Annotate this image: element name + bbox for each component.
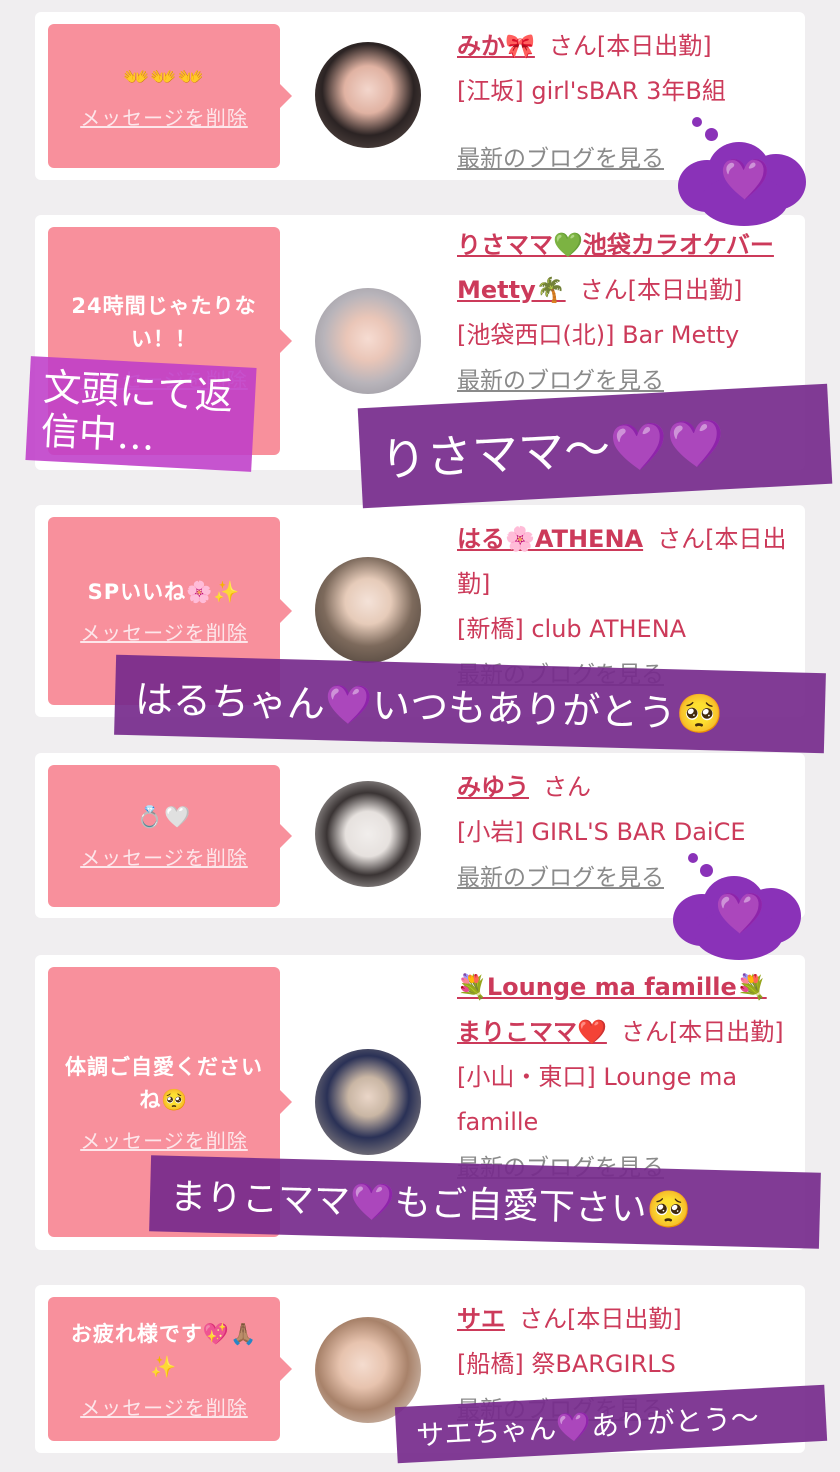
thought-dot — [692, 117, 702, 127]
message-text: 💍🤍 — [136, 805, 192, 829]
latest-blog-link[interactable]: 最新のブログを見る — [457, 865, 664, 891]
attendance-status: [本日出勤] — [627, 276, 743, 304]
avatar[interactable] — [315, 781, 421, 887]
delete-message-link[interactable]: メッセージを削除 — [80, 617, 248, 646]
thought-cloud: 💜 — [673, 874, 803, 962]
area-shop: [新橋] club ATHENA — [457, 615, 687, 643]
attendance-status: [本日出勤] — [668, 1018, 784, 1046]
area-shop: [江坂] girl'sBAR 3年B組 — [457, 77, 726, 105]
honorific: さん — [657, 525, 706, 553]
area-shop: [小山・東口] Lounge ma famille — [457, 1063, 738, 1136]
heart-icon: 💜 — [715, 891, 765, 937]
latest-blog-link[interactable]: 最新のブログを見る — [457, 146, 664, 172]
message-text: SPいいね🌸✨ — [87, 580, 241, 604]
delete-message-link[interactable]: メッセージを削除 — [80, 1125, 248, 1154]
avatar[interactable] — [315, 42, 421, 148]
honorific: さん — [519, 1305, 567, 1333]
avatar[interactable] — [315, 288, 421, 394]
cast-name-link[interactable]: はる🌸ATHENA — [457, 525, 643, 553]
message-text: 24時間じゃたりない！！ — [71, 293, 257, 351]
message-bubble: 👐👐👐 メッセージを削除 — [48, 24, 292, 168]
attendance-status: [本日出勤] — [596, 32, 712, 60]
replying-text: 文頭にて返信中… — [39, 364, 235, 459]
avatar[interactable] — [315, 1049, 421, 1155]
message-bubble: 💍🤍 メッセージを削除 — [48, 765, 292, 907]
thought-cloud: 💜 — [678, 140, 808, 228]
cast-name-link[interactable]: サエ — [457, 1305, 505, 1333]
risa-overlay-text: りさママ〜💜💜 — [379, 415, 726, 488]
cast-info: 💐Lounge ma famille💐まりこママ❤️ さん[本日出勤] [小山・東… — [457, 965, 787, 1191]
cast-name-link[interactable]: みゆう — [457, 773, 529, 801]
message-text: 体調ご自愛くださいね🥺 — [65, 1054, 263, 1112]
cast-name-link[interactable]: みか🎀 — [457, 32, 535, 60]
haru-overlay-text: はるちゃん💜いつもありがとう🥺 — [134, 676, 725, 737]
area-shop: [池袋西口(北)] Bar Metty — [457, 321, 740, 349]
area-shop: [船橋] 祭BARGIRLS — [457, 1350, 676, 1378]
replying-sticker: 文頭にて返信中… — [25, 356, 257, 472]
cast-info: りさママ💚池袋カラオケバーMetty🌴 さん[本日出勤] [池袋西口(北)] Ba… — [457, 223, 787, 404]
latest-blog-link[interactable]: 最新のブログを見る — [457, 368, 664, 394]
attendance-status: [本日出勤] — [567, 1305, 682, 1333]
honorific: さん — [543, 773, 591, 801]
honorific: さん — [579, 276, 628, 304]
mariko-overlay-text: まりこママ💜もご自愛下さい🥺 — [169, 1176, 693, 1232]
delete-message-link[interactable]: メッセージを削除 — [80, 842, 248, 871]
message-bubble: お疲れ様です💖🙏🏽✨ メッセージを削除 — [48, 1297, 292, 1441]
heart-icon: 💜 — [720, 157, 770, 203]
honorific: さん — [620, 1018, 669, 1046]
thought-dot — [688, 853, 698, 863]
delete-message-link[interactable]: メッセージを削除 — [80, 102, 248, 131]
honorific: さん — [548, 32, 597, 60]
avatar[interactable] — [315, 557, 421, 663]
delete-message-link[interactable]: メッセージを削除 — [80, 1392, 248, 1421]
message-text: お疲れ様です💖🙏🏽✨ — [70, 1321, 258, 1379]
sae-overlay-text: サエちゃん💜ありがとう〜 — [415, 1401, 760, 1453]
area-shop: [小岩] GIRL'S BAR DaiCE — [457, 818, 746, 846]
message-text: 👐👐👐 — [123, 65, 205, 89]
